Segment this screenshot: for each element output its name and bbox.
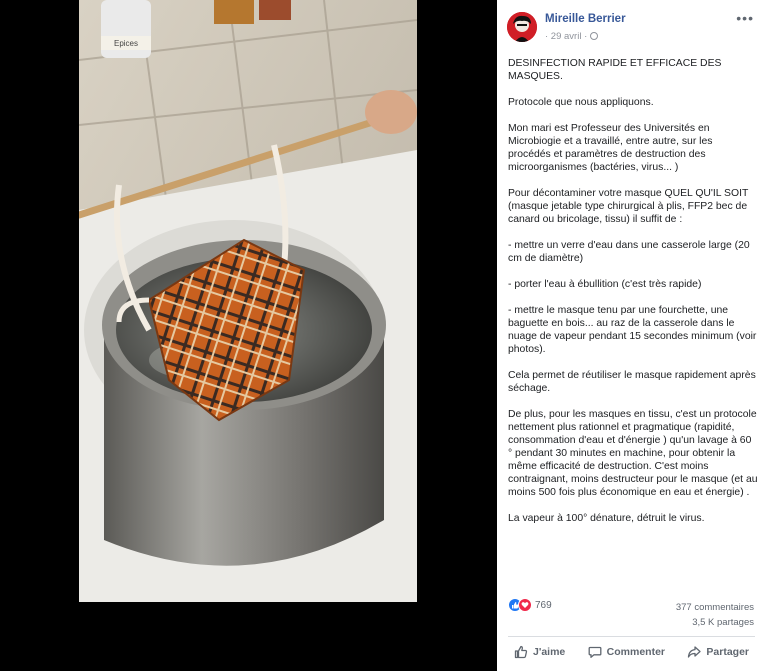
share-icon [688,646,702,658]
post-paragraph: La vapeur à 100° dénature, détruit le vi… [508,513,705,524]
reaction-count: 769 [535,599,552,611]
action-bar: J'aime Commenter Partager [508,641,755,663]
love-reaction-icon [518,598,532,612]
post-header: Mireille Berrier · 29 avril · ••• [507,10,756,46]
post-panel: Mireille Berrier · 29 avril · ••• DESINF… [497,0,766,671]
more-options-icon[interactable]: ••• [736,10,754,26]
share-button-label: Partager [706,646,749,658]
svg-text:Epices: Epices [114,39,138,48]
photo-illustration: Epices [79,0,417,602]
share-button[interactable]: Partager [681,645,755,659]
comment-button[interactable]: Commenter [582,645,671,659]
post-date[interactable]: · 29 avril · [545,31,587,42]
post-paragraph: Cela permet de réutiliser le masque rapi… [508,370,756,394]
thumbs-up-icon [514,645,528,659]
photo-viewer: Epices [0,0,497,671]
engagement-counts: 377 commentaires 3,5 K partages [676,600,754,630]
like-button[interactable]: J'aime [508,645,571,659]
post-paragraph: - mettre le masque tenu par une fourchet… [508,305,757,355]
post-paragraph: - mettre un verre d'eau dans une cassero… [508,240,750,264]
reactions-summary[interactable]: 769 [508,598,552,614]
post-paragraph: DESINFECTION RAPIDE ET EFFICACE DES MASQ… [508,58,722,82]
comments-count[interactable]: 377 commentaires [676,600,754,615]
post-meta: · 29 avril · [545,31,599,42]
globe-icon [590,32,599,40]
post-paragraph: - porter l'eau à ébullition (c'est très … [508,279,702,290]
like-button-label: J'aime [533,646,566,658]
author-name[interactable]: Mireille Berrier [545,13,626,25]
comment-button-label: Commenter [606,646,666,658]
post-paragraph: Protocole que nous appliquons. [508,97,654,108]
comment-icon [588,646,602,658]
post-paragraph: Pour décontaminer votre masque QUEL QU'I… [508,188,749,225]
post-paragraph: De plus, pour les masques en tissu, c'es… [508,409,758,498]
avatar[interactable] [507,12,537,42]
post-photo[interactable]: Epices [79,0,417,602]
post-text: DESINFECTION RAPIDE ET EFFICACE DES MASQ… [508,57,758,538]
shares-count[interactable]: 3,5 K partages [676,615,754,630]
divider [508,636,755,637]
avatar-image [507,12,537,42]
post-paragraph: Mon mari est Professeur des Universités … [508,123,713,173]
